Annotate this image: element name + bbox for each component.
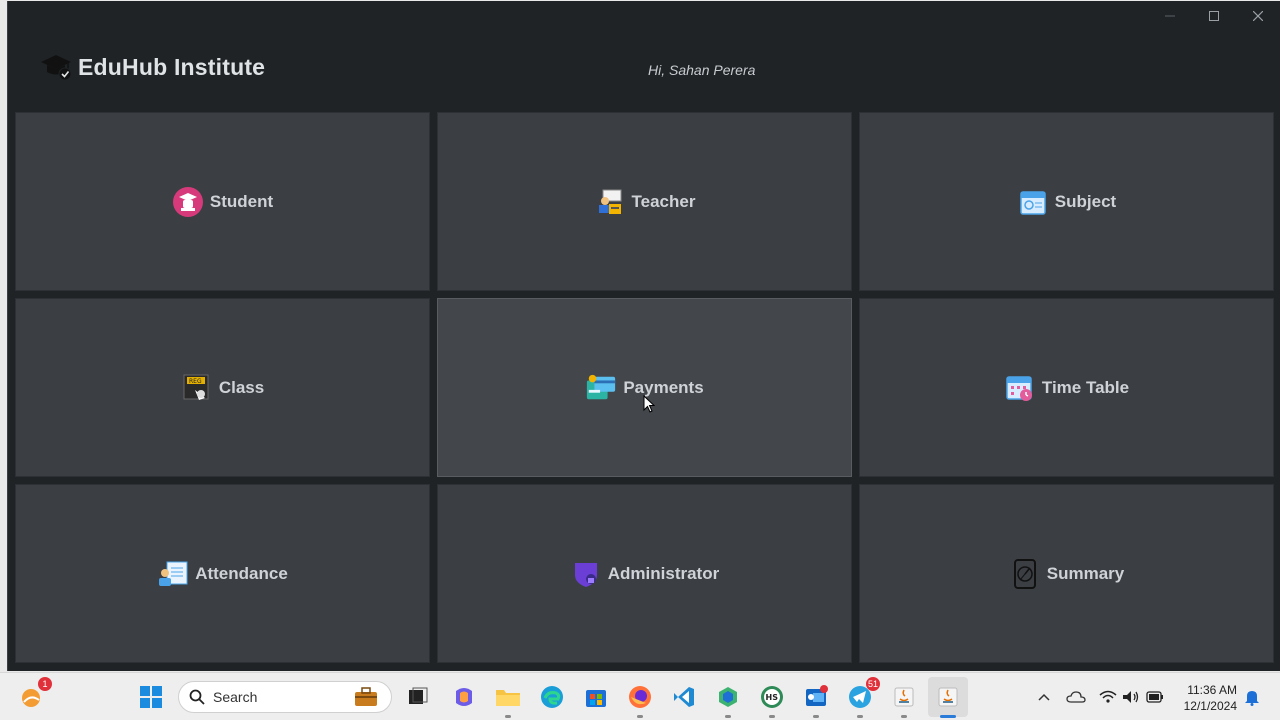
- firefox-icon: [629, 686, 651, 708]
- cube-app-icon: [719, 687, 737, 707]
- attendance-icon: [157, 558, 189, 590]
- tile-teacher[interactable]: Teacher: [437, 112, 852, 291]
- taskbar-outlook[interactable]: [800, 681, 832, 718]
- taskbar-store[interactable]: [580, 681, 612, 713]
- notification-center-button[interactable]: [1240, 681, 1264, 713]
- store-icon: [586, 690, 606, 707]
- taskbar-edge[interactable]: [536, 681, 568, 713]
- outlook-icon: [806, 685, 828, 706]
- maximize-button[interactable]: [1192, 1, 1236, 31]
- telegram-badge: 51: [865, 677, 880, 691]
- java-icon: [894, 687, 914, 707]
- student-icon: [172, 186, 204, 218]
- taskbar-firefox[interactable]: [624, 681, 656, 718]
- cloud-icon: [1066, 691, 1086, 703]
- tile-subject[interactable]: Subject: [859, 112, 1274, 291]
- java-icon: [938, 687, 958, 707]
- tray-overflow-button[interactable]: [1030, 681, 1058, 713]
- taskbar-vscode[interactable]: [668, 681, 700, 713]
- taskbar-java-app-active[interactable]: [928, 677, 968, 718]
- tile-class[interactable]: REG Class: [15, 298, 430, 477]
- window-controls: [1148, 1, 1280, 31]
- taskbar-copilot[interactable]: [448, 681, 480, 713]
- task-view-icon: [409, 687, 428, 704]
- taskbar-widgets-button[interactable]: 1: [16, 677, 52, 713]
- app-title: EduHub Institute: [78, 53, 266, 80]
- close-icon: [1253, 11, 1263, 21]
- tile-label: Class: [218, 377, 265, 397]
- payments-icon: [585, 372, 617, 404]
- tray-onedrive[interactable]: [1062, 681, 1090, 713]
- hs-app-icon: HS: [761, 686, 783, 708]
- app-header: EduHub Institute Hi, Sahan Perera: [8, 31, 1280, 111]
- taskbar-clock[interactable]: 11:36 AM 12/1/2024: [1184, 682, 1237, 714]
- tile-time-table[interactable]: Time Table: [859, 298, 1274, 477]
- taskbar-task-view[interactable]: [402, 681, 434, 713]
- tile-label: Administrator: [607, 563, 720, 583]
- minimize-icon: [1165, 15, 1175, 17]
- tile-student[interactable]: Student: [15, 112, 430, 291]
- user-greeting: Hi, Sahan Perera: [648, 62, 756, 78]
- bell-icon: [1245, 691, 1259, 706]
- tile-label: Teacher: [631, 191, 696, 211]
- taskbar-telegram[interactable]: 51: [844, 677, 880, 718]
- timetable-icon: [1004, 372, 1036, 404]
- copilot-icon: [456, 688, 472, 706]
- search-placeholder: Search: [213, 689, 258, 705]
- tile-payments[interactable]: Payments: [437, 298, 852, 477]
- taskbar-app-cube[interactable]: [712, 681, 744, 718]
- summary-icon: [1009, 558, 1041, 590]
- taskbar-search[interactable]: Search: [178, 681, 392, 713]
- clock-time: 11:36 AM: [1187, 683, 1237, 697]
- minimize-button[interactable]: [1148, 1, 1192, 31]
- folder-icon: [496, 690, 520, 706]
- wifi-icon: [1099, 690, 1117, 703]
- tile-administrator[interactable]: Administrator: [437, 484, 852, 663]
- battery-icon: [1146, 691, 1163, 703]
- taskbar-hs-app[interactable]: HS: [756, 681, 788, 718]
- start-button[interactable]: [135, 681, 167, 713]
- tile-label: Attendance: [195, 563, 288, 583]
- tile-label: Student: [209, 191, 274, 211]
- chevron-up-icon: [1038, 693, 1050, 701]
- windows-logo-icon: [140, 686, 162, 708]
- search-icon: [189, 689, 205, 705]
- briefcase-icon: [355, 687, 377, 706]
- edge-browser-icon: [541, 686, 563, 708]
- brand: EduHub Institute: [40, 53, 265, 81]
- taskbar-file-explorer[interactable]: [492, 681, 524, 718]
- close-button[interactable]: [1236, 1, 1280, 31]
- clock-date: 12/1/2024: [1183, 699, 1237, 713]
- teacher-icon: [594, 186, 626, 218]
- graduation-cap-icon: [41, 55, 72, 81]
- tile-label: Summary: [1046, 563, 1125, 583]
- vscode-icon: [674, 687, 694, 707]
- administrator-icon: [570, 558, 602, 590]
- tile-label: Payments: [623, 377, 704, 397]
- tile-label: Subject: [1054, 191, 1117, 211]
- taskbar: 1 Search HS 51 11:36 AM 12/1/2024: [0, 672, 1280, 720]
- class-icon: REG: [181, 372, 213, 404]
- widgets-badge: 1: [38, 677, 52, 691]
- tile-summary[interactable]: Summary: [859, 484, 1274, 663]
- subject-icon: [1017, 186, 1049, 218]
- tile-label: Time Table: [1041, 377, 1130, 397]
- maximize-icon: [1209, 11, 1219, 21]
- svg-text:HS: HS: [766, 693, 779, 702]
- svg-text:REG: REG: [189, 378, 202, 385]
- taskbar-java-app[interactable]: [888, 681, 920, 718]
- speaker-icon: [1123, 691, 1139, 703]
- tray-battery[interactable]: [1141, 681, 1169, 713]
- tile-attendance[interactable]: Attendance: [15, 484, 430, 663]
